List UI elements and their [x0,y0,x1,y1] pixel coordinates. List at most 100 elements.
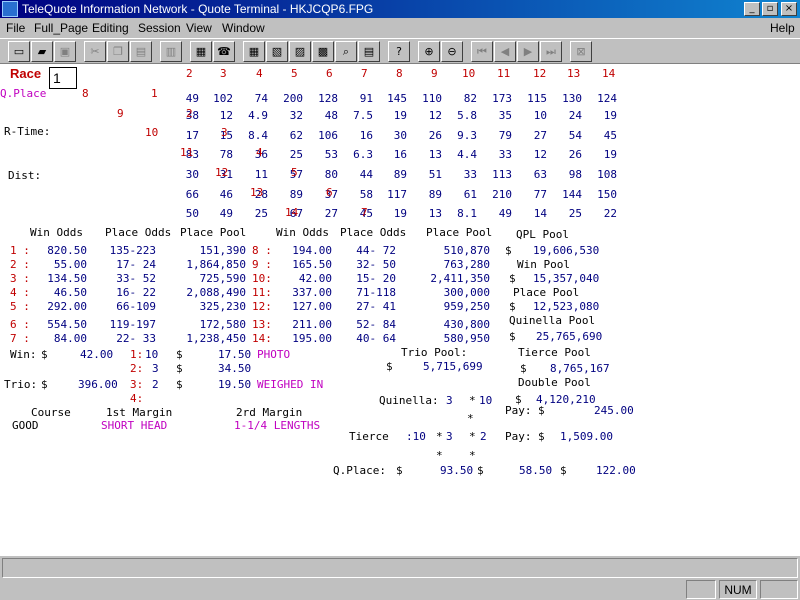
matrix-col-header: 14 [602,67,616,80]
place-odds-value: 71-118 [356,286,396,299]
minimize-button[interactable]: _ [744,2,760,16]
race-number-input[interactable]: 1 [49,67,77,89]
matrix-cell: 12 [428,109,442,122]
tierce-pool-dollar: $ [520,362,527,375]
matrix-row-label: 13 [250,186,264,199]
result-pos-3: 3: [130,378,144,391]
table-icon[interactable]: ▩ [312,41,334,62]
window-title: TeleQuote Information Network - Quote Te… [22,2,374,16]
menu-window[interactable]: Window [222,21,265,35]
menu-help[interactable]: Help [770,21,795,35]
tierce-combo-2: 3 [446,430,453,443]
prev-page-icon[interactable]: ◀ [494,41,516,62]
matrix-cell: 77 [533,188,547,201]
stop-icon[interactable]: ⊠ [570,41,592,62]
grid-icon[interactable]: ▦ [243,41,265,62]
matrix-diag-label: 5 [291,166,298,179]
paste-icon[interactable]: ▤ [130,41,152,62]
win-odds-value: 211.00 [292,318,332,331]
matrix-cell: 45 [603,129,617,142]
phone-icon[interactable]: ☎ [213,41,235,62]
zoom-in-icon[interactable]: ⊕ [418,41,440,62]
qplace-pay-2: 58.50 [519,464,553,477]
matrix-cell: 63 [533,168,547,181]
cut-icon[interactable]: ✂ [84,41,106,62]
matrix-cell: 128 [318,92,338,105]
keyboard-icon[interactable]: ▦ [190,41,212,62]
win-pool-dollar: $ [509,272,516,285]
horse-number: 13: [252,318,272,331]
win-odds-value: 554.50 [47,318,87,331]
matrix-row-label: 12 [215,166,229,179]
matrix-cell: 14 [533,207,547,220]
place-pool-value: 1,238,450 [186,332,246,345]
matrix-cell: 26 [428,129,442,142]
matrix-col-header: 11 [497,67,511,80]
horse-number: 5 : [10,300,30,313]
open-folder-icon[interactable]: ▰ [31,41,53,62]
win-odds-value: 127.00 [292,300,332,313]
menu-full-page[interactable]: Full_Page [34,21,88,35]
new-file-icon[interactable]: ▭ [8,41,30,62]
matrix-cell: 82 [463,92,477,105]
horse-number: 9 : [252,258,272,271]
win-odds-header-right: Win Odds [276,226,329,239]
last-page-icon[interactable]: ⏭ [540,41,562,62]
place-pool-value: 300,000 [443,286,490,299]
place-odds-value: 22- 33 [116,332,156,345]
matrix-cell: 5.8 [457,109,477,122]
place-odds-header-left: Place Odds [105,226,172,239]
menu-file[interactable]: File [6,21,25,35]
tierce-marker-1: * [436,449,443,462]
save-icon[interactable]: ▣ [54,41,76,62]
maximize-button[interactable]: ▫ [762,2,778,16]
matrix-row-label: 10 [145,126,159,139]
copy-icon[interactable]: ❐ [107,41,129,62]
trio-result-dollar: $ [41,378,48,391]
page-icon[interactable]: ▧ [266,41,288,62]
scroll-indicator [760,580,798,599]
matrix-cell: 10 [533,109,547,122]
menu-view[interactable]: View [186,21,212,35]
win-odds-value: 195.00 [292,332,332,345]
matrix-col-header: 4 [256,67,263,80]
place-odds-value: 17- 24 [116,258,156,271]
qplace-dollar-1: $ [396,464,403,477]
list-icon[interactable]: ▤ [358,41,380,62]
menu-editing[interactable]: Editing [92,21,129,35]
double-pool-value: 4,120,210 [536,393,596,406]
zoom-out-icon[interactable]: ⊖ [441,41,463,62]
matrix-cell: 12 [219,109,233,122]
tierce-pay-dollar: $ [538,430,545,443]
matrix-col-header: 6 [326,67,333,80]
quinella-marker: * [467,412,474,425]
next-page-icon[interactable]: ▶ [517,41,539,62]
place-odds-value: 119-197 [109,318,156,331]
place-pool-value: 1,864,850 [186,258,246,271]
close-button[interactable]: × [781,2,797,16]
matrix-row-label: 8 [82,87,89,100]
help-icon[interactable]: ? [388,41,410,62]
trio-result-amount: 396.00 [78,378,118,391]
matrix-cell: 49 [219,207,233,220]
find-icon[interactable]: ⌕ [335,41,357,62]
menu-session[interactable]: Session [138,21,181,35]
matrix-cell: 27 [533,129,547,142]
matrix-cell: 80 [324,168,338,181]
win-odds-value: 46.50 [53,286,87,299]
qpl-pool-label: QPL Pool [516,228,569,241]
first-page-icon[interactable]: ⏮ [471,41,493,62]
win-odds-value: 292.00 [47,300,87,313]
quinella-combo-sep: * [469,394,476,407]
app-icon[interactable] [2,1,18,17]
quinella-pay-label: Pay: [505,404,532,417]
matrix-cell: 58 [359,188,373,201]
place-odds-value: 44- 72 [356,244,396,257]
result-pos-2: 2: [130,362,144,375]
second-margin-value: 1-1/4 LENGTHS [234,419,321,432]
print-icon[interactable]: ▥ [160,41,182,62]
tierce-label: Tierce [349,430,389,443]
place-pool-value: 959,250 [443,300,490,313]
chart-icon[interactable]: ▨ [289,41,311,62]
caps-indicator [686,580,716,599]
